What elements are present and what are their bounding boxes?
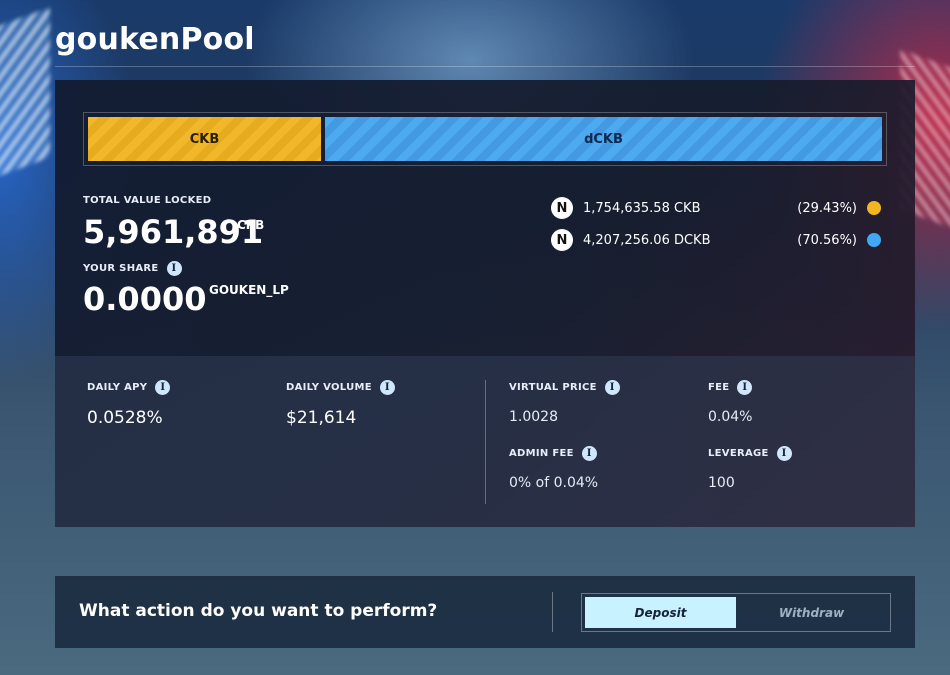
- asset-row-dckb: N 4,207,256.06 DCKB (70.56%): [551, 229, 881, 251]
- metrics-divider: [485, 380, 486, 504]
- asset-row-ckb: N 1,754,635.58 CKB (29.43%): [551, 197, 881, 219]
- metric-value: $21,614: [286, 408, 357, 428]
- asset-amount: 4,207,256.06 DCKB: [583, 232, 711, 248]
- asset-percent: (29.43%): [797, 200, 857, 216]
- metric-label: DAILY VOLUME: [286, 382, 372, 393]
- action-panel: What action do you want to perform? Depo…: [55, 576, 915, 648]
- deposit-tab[interactable]: Deposit: [585, 597, 736, 628]
- metric-admin-fee: ADMIN FEE i 0% of 0.04%: [509, 446, 598, 491]
- metric-fee: FEE i 0.04%: [708, 380, 752, 425]
- asset-percent: (70.56%): [797, 232, 857, 248]
- ratio-segment-ckb: CKB: [88, 117, 321, 161]
- page-title: goukenPool: [55, 22, 255, 57]
- ckb-color-dot: [867, 201, 881, 215]
- leverage-info-icon[interactable]: i: [776, 446, 792, 461]
- action-question: What action do you want to perform?: [79, 601, 438, 621]
- metric-value: 0% of 0.04%: [509, 475, 599, 491]
- asset-amount: 1,754,635.58 CKB: [583, 200, 701, 216]
- share-value: 0.0000: [83, 280, 207, 318]
- fee-info-icon[interactable]: i: [737, 380, 753, 395]
- title-divider: [55, 66, 915, 67]
- metric-daily-apy: DAILY APY i 0.0528%: [87, 380, 171, 428]
- share-label-row: YOUR SHARE i: [83, 261, 182, 276]
- metric-label: FEE: [708, 382, 730, 393]
- metric-label: DAILY APY: [87, 382, 148, 393]
- metric-value: 0.0528%: [87, 408, 163, 428]
- tvl-label: TOTAL VALUE LOCKED: [83, 195, 212, 206]
- dckb-token-icon: N: [551, 229, 573, 251]
- daily-volume-info-icon[interactable]: i: [379, 380, 395, 395]
- background-light-left: [0, 7, 50, 183]
- metric-value: 1.0028: [509, 409, 558, 425]
- metric-label: VIRTUAL PRICE: [509, 382, 597, 393]
- share-info-icon[interactable]: i: [166, 261, 182, 276]
- daily-apy-info-icon[interactable]: i: [155, 380, 171, 395]
- ckb-token-icon: N: [551, 197, 573, 219]
- withdraw-tab[interactable]: Withdraw: [736, 597, 887, 628]
- action-divider: [552, 592, 553, 632]
- ratio-segment-dckb: dCKB: [325, 117, 882, 161]
- dckb-color-dot: [867, 233, 881, 247]
- metric-daily-volume: DAILY VOLUME i $21,614: [286, 380, 395, 428]
- metric-value: 100: [708, 475, 735, 491]
- pool-overview-panel: CKB dCKB TOTAL VALUE LOCKED 5,961,891 CK…: [55, 80, 915, 527]
- admin-fee-info-icon[interactable]: i: [581, 446, 597, 461]
- pool-metrics-section: DAILY APY i 0.0528% DAILY VOLUME i $21,6…: [55, 356, 915, 527]
- metric-label: ADMIN FEE: [509, 448, 574, 459]
- share-unit: GOUKEN_LP: [209, 283, 289, 297]
- deposit-withdraw-toggle: Deposit Withdraw: [581, 593, 891, 632]
- metric-label: LEVERAGE: [708, 448, 769, 459]
- virtual-price-info-icon[interactable]: i: [604, 380, 620, 395]
- pool-summary-section: CKB dCKB TOTAL VALUE LOCKED 5,961,891 CK…: [55, 80, 915, 356]
- metric-virtual-price: VIRTUAL PRICE i 1.0028: [509, 380, 620, 425]
- tvl-unit: CKB: [237, 218, 265, 232]
- share-label: YOUR SHARE: [83, 263, 159, 274]
- metric-leverage: LEVERAGE i 100: [708, 446, 792, 491]
- pool-ratio-bar: CKB dCKB: [83, 112, 887, 166]
- metric-value: 0.04%: [708, 409, 753, 425]
